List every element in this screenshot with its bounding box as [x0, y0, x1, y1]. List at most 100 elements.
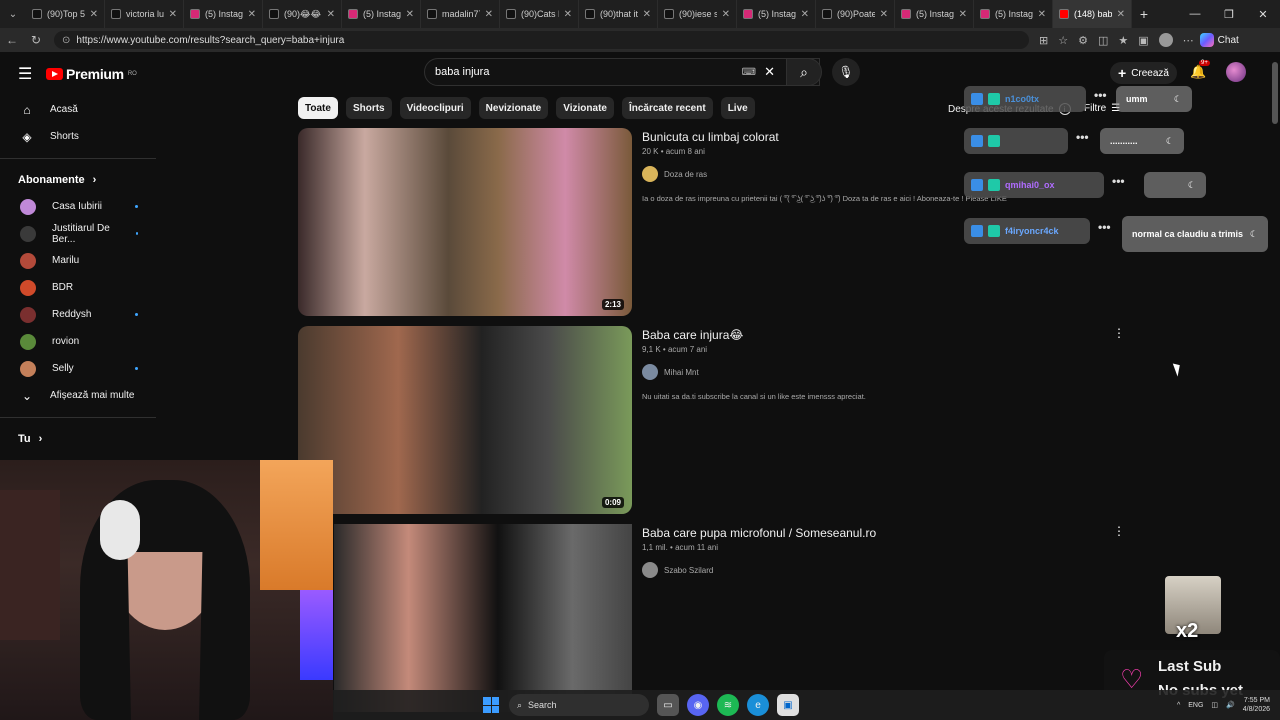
- more-actions-icon[interactable]: ⋮: [1113, 524, 1126, 538]
- filter-chip[interactable]: Shorts: [345, 97, 392, 119]
- filter-chip[interactable]: Videoclipuri: [399, 97, 471, 119]
- url-field[interactable]: ⊙ https://www.youtube.com/results?search…: [54, 31, 1029, 49]
- chat-badge-icon: [988, 179, 1000, 191]
- video-channel[interactable]: Mihai Mnt: [642, 364, 1132, 380]
- favorites-icon[interactable]: ★: [1118, 34, 1128, 47]
- youtube-logo[interactable]: Premium RO: [46, 66, 137, 82]
- close-tab-icon[interactable]: ✕: [564, 9, 572, 20]
- tray-chevron-icon[interactable]: ^: [1177, 702, 1180, 709]
- filter-chip[interactable]: Încărcate recent: [621, 97, 713, 119]
- browser-tab[interactable]: (90)Top 5 r ✕: [26, 0, 105, 28]
- browser-tab[interactable]: (90)Cats Re ✕: [500, 0, 579, 28]
- windows-start-icon[interactable]: [483, 697, 499, 713]
- tab-actions-icon[interactable]: ⌄: [0, 9, 26, 20]
- favorite-star-icon[interactable]: ☆: [1058, 34, 1068, 47]
- close-tab-icon[interactable]: ✕: [90, 9, 98, 20]
- browser-tab[interactable]: madalin777 ✕: [421, 0, 500, 28]
- close-tab-icon[interactable]: ✕: [801, 9, 809, 20]
- browser-tab[interactable]: (5) Instagr ✕: [184, 0, 263, 28]
- video-result[interactable]: Baba care pupa microfonul / Someseanul.r…: [298, 524, 1138, 712]
- edge-icon[interactable]: e: [747, 694, 769, 716]
- browser-tab[interactable]: (90)Poate n ✕: [816, 0, 895, 28]
- sidebar-channel-item[interactable]: BDR: [0, 274, 160, 301]
- close-tab-icon[interactable]: ✕: [722, 9, 730, 20]
- collections-icon[interactable]: ▣: [1138, 34, 1148, 47]
- sidebar-channel-item[interactable]: Casa Iubirii: [0, 193, 160, 220]
- keyboard-icon[interactable]: ⌨: [742, 67, 756, 78]
- filter-chip[interactable]: Live: [720, 97, 755, 119]
- sidebar-subscriptions-header[interactable]: Abonamente ›: [0, 167, 160, 193]
- sidebar-item-shorts[interactable]: ◈ Shorts: [0, 123, 160, 150]
- video-channel[interactable]: Szabo Szilard: [642, 562, 1132, 578]
- browser-tab[interactable]: (5) Instagr ✕: [342, 0, 421, 28]
- split-screen-icon[interactable]: ◫: [1098, 34, 1108, 47]
- tiktok-icon: [506, 9, 516, 19]
- voice-search-button[interactable]: 🎙: [832, 58, 860, 86]
- back-icon[interactable]: ←: [0, 33, 24, 47]
- browser-tab[interactable]: (5) Instagr ✕: [974, 0, 1053, 28]
- close-tab-icon[interactable]: ✕: [406, 9, 414, 20]
- minimize-icon[interactable]: —: [1178, 0, 1212, 28]
- sidebar-channel-item[interactable]: Reddysh: [0, 301, 160, 328]
- taskbar-clock[interactable]: 7:55 PM 4/8/2026: [1243, 696, 1270, 714]
- profile-avatar-icon[interactable]: [1158, 33, 1173, 47]
- close-tab-icon[interactable]: ✕: [1038, 9, 1046, 20]
- close-tab-icon[interactable]: ✕: [327, 9, 335, 20]
- search-button[interactable]: ⌕: [786, 58, 822, 86]
- video-title[interactable]: Baba care pupa microfonul / Someseanul.r…: [642, 526, 1132, 541]
- video-thumbnail[interactable]: [334, 524, 632, 712]
- clear-search-icon[interactable]: ✕: [764, 64, 775, 80]
- video-title[interactable]: Baba care injura😂: [642, 328, 1132, 343]
- browser-tab[interactable]: victoria lur ✕: [105, 0, 184, 28]
- search-input[interactable]: baba injura ⌨ ✕: [424, 58, 820, 86]
- browser-tab[interactable]: (5) Instagr ✕: [737, 0, 816, 28]
- sidebar-show-more[interactable]: ⌄ Afișează mai multe: [0, 382, 160, 409]
- app-available-icon[interactable]: ⊞: [1039, 34, 1048, 47]
- filter-chip[interactable]: Nevizionate: [478, 97, 549, 119]
- video-thumbnail[interactable]: 0:09: [298, 326, 632, 514]
- refresh-icon[interactable]: ↻: [24, 33, 48, 47]
- page-scrollbar[interactable]: [1272, 62, 1278, 124]
- app-window-icon[interactable]: ▣: [777, 694, 799, 716]
- taskbar-search[interactable]: ⌕ Search: [509, 694, 649, 716]
- extensions-icon[interactable]: ⚙: [1078, 34, 1088, 47]
- site-info-icon[interactable]: ⊙: [62, 35, 70, 46]
- menu-hamburger-icon[interactable]: ☰: [18, 64, 36, 84]
- sidebar-item-home[interactable]: ⌂ Acasă: [0, 96, 160, 123]
- sidebar-channel-item[interactable]: rovion: [0, 328, 160, 355]
- new-tab-button[interactable]: +: [1132, 6, 1156, 22]
- language-indicator[interactable]: ENG: [1188, 702, 1203, 709]
- browser-tab[interactable]: (90)that it's ✕: [579, 0, 658, 28]
- spotify-icon[interactable]: ≋: [717, 694, 739, 716]
- copilot-chat-button[interactable]: Chat: [1199, 33, 1239, 47]
- filter-chip[interactable]: Vizionate: [556, 97, 614, 119]
- video-duration: 2:13: [601, 299, 624, 310]
- close-tab-icon[interactable]: ✕: [485, 9, 493, 20]
- video-result[interactable]: 0:09 Baba care injura😂 9,1 K • acum 7 an…: [298, 326, 1138, 514]
- close-tab-icon[interactable]: ✕: [959, 9, 967, 20]
- close-tab-icon[interactable]: ✕: [1117, 9, 1125, 20]
- sidebar-channel-item[interactable]: Justitiarul De Ber...: [0, 220, 160, 247]
- browser-tab[interactable]: (90)😂😂🥳 ✕: [263, 0, 342, 28]
- wifi-icon[interactable]: ◫: [1211, 701, 1218, 709]
- close-tab-icon[interactable]: ✕: [880, 9, 888, 20]
- more-actions-icon[interactable]: ⋮: [1113, 326, 1126, 340]
- close-tab-icon[interactable]: ✕: [248, 9, 256, 20]
- browser-tab[interactable]: (90)iese sir ✕: [658, 0, 737, 28]
- sidebar-channel-item[interactable]: Marilu: [0, 247, 160, 274]
- sidebar-you-header[interactable]: Tu ›: [0, 426, 160, 452]
- more-menu-icon[interactable]: ⋯: [1183, 34, 1194, 47]
- close-tab-icon[interactable]: ✕: [643, 9, 651, 20]
- volume-icon[interactable]: 🔊: [1226, 701, 1235, 709]
- discord-icon[interactable]: ◉: [687, 694, 709, 716]
- browser-tab[interactable]: (5) Instagr ✕: [895, 0, 974, 28]
- close-tab-icon[interactable]: ✕: [169, 9, 177, 20]
- video-age: acum 8 ani: [665, 147, 705, 156]
- close-window-icon[interactable]: ✕: [1246, 0, 1280, 28]
- filter-chip[interactable]: Toate: [298, 97, 338, 119]
- browser-tab[interactable]: (148) baba ✕: [1053, 0, 1132, 28]
- file-explorer-icon[interactable]: ▭: [657, 694, 679, 716]
- sidebar-channel-item[interactable]: Selly: [0, 355, 160, 382]
- video-thumbnail[interactable]: 2:13: [298, 128, 632, 316]
- maximize-icon[interactable]: ❐: [1212, 0, 1246, 28]
